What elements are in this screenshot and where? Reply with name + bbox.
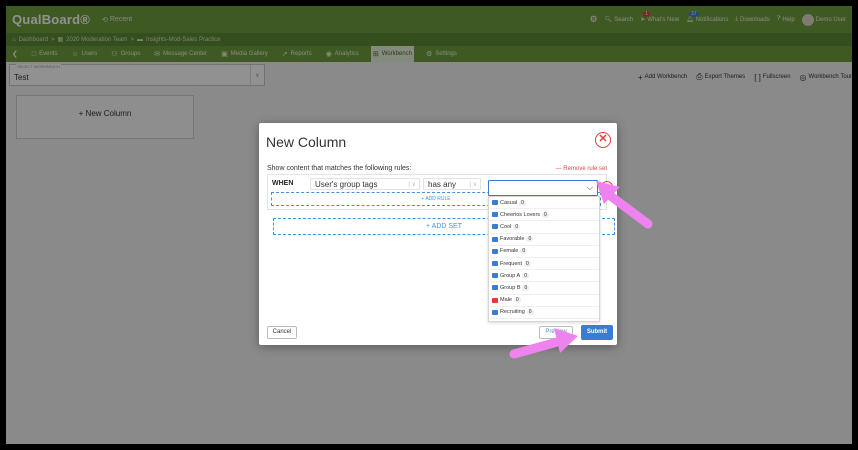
annotation-arrows (509, 181, 653, 359)
arrow-to-dropdown-icon (596, 181, 653, 229)
app-frame: QualBoard® ⟲ Recent ⚙ 🔍︎ Search ➤ What's N… (6, 6, 852, 444)
arrow-to-submit-icon (509, 328, 578, 359)
